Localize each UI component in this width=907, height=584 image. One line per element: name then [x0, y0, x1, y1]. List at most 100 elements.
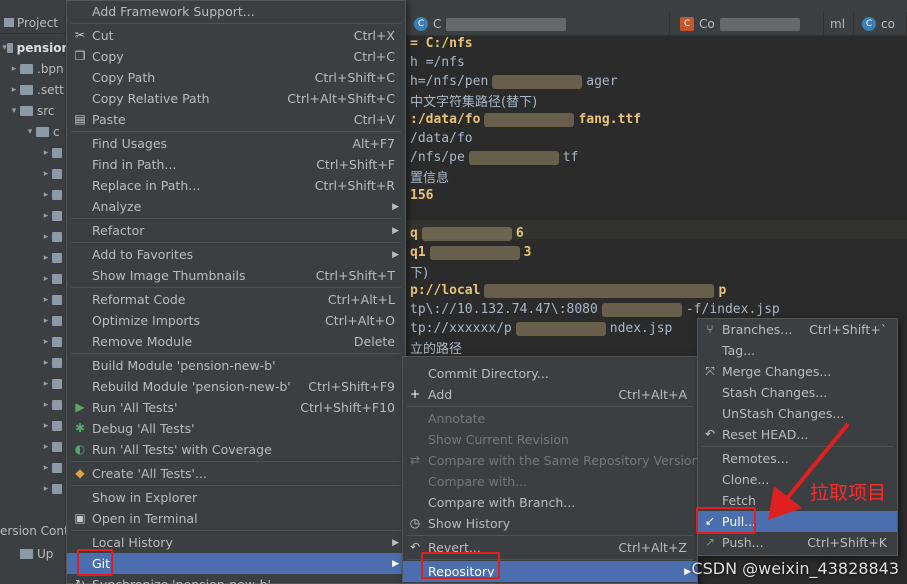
tree-node-collapsed[interactable]: ▸	[0, 290, 70, 310]
ctx-item-refactor[interactable]: Refactor ▶	[67, 220, 405, 241]
git-item-commit-directory[interactable]: Commit Directory...	[403, 363, 697, 384]
ctx-item-reformat-code[interactable]: Reformat Code Ctrl+Alt+L	[67, 289, 405, 310]
tree-node[interactable]: ▾ c	[0, 122, 70, 142]
ctx-item-optimize-imports[interactable]: Optimize Imports Ctrl+Alt+O	[67, 310, 405, 331]
tree-node-collapsed[interactable]: ▸	[0, 395, 70, 415]
expand-arrow-icon[interactable]: ▸	[8, 64, 20, 74]
tree-node-collapsed[interactable]: ▸	[0, 227, 70, 247]
tree-node-collapsed[interactable]: ▸	[0, 479, 70, 499]
expand-arrow-icon[interactable]: ▸	[40, 400, 52, 410]
tree-node-collapsed[interactable]: ▸	[0, 353, 70, 373]
repo-item-stash-changes[interactable]: Stash Changes...	[698, 382, 897, 403]
tree-node-collapsed[interactable]: ▸	[0, 248, 70, 268]
git-item-compare-with[interactable]: Compare with...	[403, 471, 697, 492]
expand-arrow-icon[interactable]: ▸	[40, 484, 52, 494]
ctx-item-cut[interactable]: ✂ Cut Ctrl+X	[67, 25, 405, 46]
git-item-annotate[interactable]: Annotate	[403, 408, 697, 429]
ctx-item-show-image-thumbnails[interactable]: Show Image Thumbnails Ctrl+Shift+T	[67, 265, 405, 286]
expand-arrow-icon[interactable]: ▸	[40, 316, 52, 326]
expand-arrow-icon[interactable]: ▸	[40, 253, 52, 263]
expand-arrow-icon[interactable]: ▸	[40, 190, 52, 200]
folder-icon	[52, 400, 62, 410]
tree-node-collapsed[interactable]: ▸	[0, 374, 70, 394]
ctx-item-show-in-explorer[interactable]: Show in Explorer	[67, 487, 405, 508]
tree-node-collapsed[interactable]: ▸	[0, 332, 70, 352]
editor-tab[interactable]: C Co	[674, 12, 824, 36]
folder-icon	[52, 484, 62, 494]
version-control-label: ersion Cont	[0, 524, 70, 542]
shortcut-text: Ctrl+C	[353, 49, 395, 64]
tree-node[interactable]: ▸ .sett	[0, 80, 70, 100]
git-item-compare-with-branch[interactable]: Compare with Branch...	[403, 492, 697, 513]
ctx-item-debug-all-tests[interactable]: ✱ Debug 'All Tests'	[67, 418, 405, 439]
tree-node-collapsed[interactable]: ▸	[0, 185, 70, 205]
ctx-item-copy-path[interactable]: Copy Path Ctrl+Shift+C	[67, 67, 405, 88]
tree-node-collapsed[interactable]: ▸	[0, 269, 70, 289]
menu-separator	[71, 242, 401, 243]
ctx-item-open-in-terminal[interactable]: ▣ Open in Terminal	[67, 508, 405, 529]
git-item-add[interactable]: + Add Ctrl+Alt+A	[403, 384, 697, 405]
ctx-item-paste[interactable]: ▤ Paste Ctrl+V	[67, 109, 405, 130]
repo-item-push[interactable]: ↗ Push... Ctrl+Shift+K	[698, 532, 897, 553]
tree-node[interactable]: ▸ .bpn	[0, 59, 70, 79]
git-item-revert[interactable]: ↶ Revert... Ctrl+Alt+Z	[403, 537, 697, 558]
git-item-compare-with-the-same-repository-version[interactable]: ⇄ Compare with the Same Repository Versio…	[403, 450, 700, 471]
tree-node-collapsed[interactable]: ▸	[0, 458, 70, 478]
ctx-item-synchronize-pension-new-b[interactable]: ↻ Synchronize 'pension-new-b'	[67, 574, 405, 584]
editor-tab[interactable]: CC	[408, 12, 670, 36]
tree-node[interactable]: ▾ src	[0, 101, 70, 121]
ctx-item-create-all-tests[interactable]: ◆ Create 'All Tests'...	[67, 463, 405, 484]
version-control-update-item[interactable]: Up	[0, 544, 70, 564]
ctx-item-find-in-path[interactable]: Find in Path... Ctrl+Shift+F	[67, 154, 405, 175]
editor-tab[interactable]: Cco	[856, 12, 907, 36]
folder-icon	[7, 43, 13, 53]
tree-node[interactable]: ▾ pension	[0, 38, 70, 58]
expand-arrow-icon[interactable]: ▸	[40, 442, 52, 452]
ctx-item-add-framework-support[interactable]: Add Framework Support...	[67, 1, 405, 22]
expand-arrow-icon[interactable]: ▸	[40, 463, 52, 473]
ctx-item-run-all-tests-with-coverage[interactable]: ◐ Run 'All Tests' with Coverage	[67, 439, 405, 460]
repo-item-tag[interactable]: Tag...	[698, 340, 897, 361]
expand-arrow-icon[interactable]: ▸	[40, 211, 52, 221]
expand-arrow-icon[interactable]: ▸	[40, 295, 52, 305]
repo-item-branches[interactable]: ⑂ Branches... Ctrl+Shift+`	[698, 319, 897, 340]
ctx-item-copy[interactable]: ❐ Copy Ctrl+C	[67, 46, 405, 67]
git-item-show-current-revision[interactable]: Show Current Revision	[403, 429, 697, 450]
ctx-item-rebuild-module-pension-new-b[interactable]: Rebuild Module 'pension-new-b' Ctrl+Shift…	[67, 376, 405, 397]
tree-node-collapsed[interactable]: ▸	[0, 311, 70, 331]
expand-arrow-icon[interactable]: ▾	[24, 127, 36, 137]
editor-tab[interactable]: ml	[824, 12, 854, 36]
ctx-item-build-module-pension-new-b[interactable]: Build Module 'pension-new-b'	[67, 355, 405, 376]
expand-arrow-icon[interactable]: ▸	[40, 358, 52, 368]
git-item-repository[interactable]: Repository ▶	[403, 561, 697, 582]
code-text: :/data/fo	[410, 112, 481, 127]
ctx-item-local-history[interactable]: Local History ▶	[67, 532, 405, 553]
ctx-item-copy-relative-path[interactable]: Copy Relative Path Ctrl+Alt+Shift+C	[67, 88, 405, 109]
ctx-item-analyze[interactable]: Analyze ▶	[67, 196, 405, 217]
tree-node-collapsed[interactable]: ▸	[0, 437, 70, 457]
expand-arrow-icon[interactable]: ▸	[40, 232, 52, 242]
tree-node-collapsed[interactable]: ▸	[0, 206, 70, 226]
code-text: 下)	[410, 266, 429, 281]
expand-arrow-icon[interactable]: ▸	[40, 421, 52, 431]
expand-arrow-icon[interactable]: ▾	[8, 106, 20, 116]
expand-arrow-icon[interactable]: ▸	[40, 274, 52, 284]
expand-arrow-icon[interactable]: ▸	[40, 169, 52, 179]
expand-arrow-icon[interactable]: ▸	[40, 148, 52, 158]
ctx-item-add-to-favorites[interactable]: Add to Favorites ▶	[67, 244, 405, 265]
expand-arrow-icon[interactable]: ▸	[40, 379, 52, 389]
expand-arrow-icon[interactable]: ▸	[8, 85, 20, 95]
ctx-item-run-all-tests[interactable]: ▶ Run 'All Tests' Ctrl+Shift+F10	[67, 397, 405, 418]
tree-node-collapsed[interactable]: ▸	[0, 416, 70, 436]
tree-node-collapsed[interactable]: ▸	[0, 164, 70, 184]
ctx-item-git[interactable]: Git ▶	[67, 553, 405, 574]
git-item-show-history[interactable]: ◷ Show History	[403, 513, 697, 534]
ctx-item-replace-in-path[interactable]: Replace in Path... Ctrl+Shift+R	[67, 175, 405, 196]
tree-node-collapsed[interactable]: ▸	[0, 143, 70, 163]
ctx-item-remove-module[interactable]: Remove Module Delete	[67, 331, 405, 352]
expand-arrow-icon[interactable]: ▸	[40, 337, 52, 347]
project-panel-header[interactable]: Project	[0, 12, 70, 34]
ctx-item-label: Open in Terminal	[92, 511, 198, 526]
repo-item-merge-changes[interactable]: ⤧ Merge Changes...	[698, 361, 897, 382]
ctx-item-find-usages[interactable]: Find Usages Alt+F7	[67, 133, 405, 154]
